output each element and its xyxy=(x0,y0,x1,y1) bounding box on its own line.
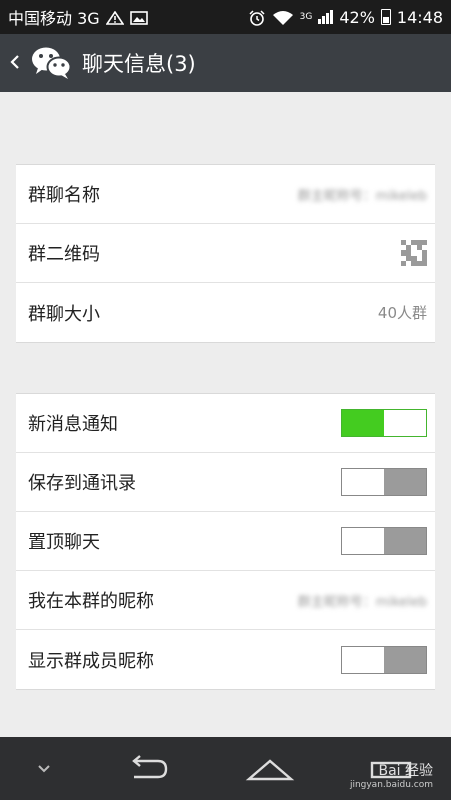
my-group-nickname-label: 我在本群的昵称 xyxy=(28,591,154,612)
back-button-icon[interactable] xyxy=(124,754,172,783)
wifi-icon xyxy=(272,10,294,25)
toggle-knob xyxy=(342,469,384,495)
home-button-icon[interactable] xyxy=(245,755,295,783)
system-navigation-bar: Bai 经验 jingyan.baidu.com xyxy=(0,737,451,800)
network-type-badge: 3G xyxy=(299,11,313,22)
chevron-left-icon[interactable] xyxy=(10,51,24,75)
group-size-value: 40人群 xyxy=(377,304,427,322)
show-member-nicknames-row[interactable]: 显示群成员昵称 xyxy=(16,630,435,689)
save-to-contacts-label: 保存到通讯录 xyxy=(28,473,136,494)
group-qr-row[interactable]: 群二维码 xyxy=(16,224,435,283)
new-message-notify-row[interactable]: 新消息通知 xyxy=(16,394,435,453)
clock-time: 14:48 xyxy=(396,7,443,27)
carrier-label: 中国移动 3G xyxy=(8,9,100,28)
toggle-knob xyxy=(384,410,426,436)
group-name-row[interactable]: 群聊名称 群主昵称号：mikeleb xyxy=(16,165,435,224)
watermark-url: jingyan.baidu.com xyxy=(349,780,433,790)
alert-notification-icon xyxy=(105,10,125,25)
watermark-brand: Bai 经验 xyxy=(378,763,433,779)
group-size-label: 群聊大小 xyxy=(28,303,100,325)
qr-code-icon xyxy=(401,240,427,266)
save-to-contacts-toggle[interactable] xyxy=(341,468,427,496)
page-title: 聊天信息(3) xyxy=(82,52,196,76)
toggle-knob xyxy=(342,528,384,554)
toggle-fill xyxy=(384,469,426,495)
pin-chat-label: 置顶聊天 xyxy=(28,532,100,553)
action-bar: 聊天信息(3) xyxy=(0,34,451,92)
toggle-knob xyxy=(342,646,384,673)
group-info-section: 群聊名称 群主昵称号：mikeleb 群二维码 群聊大小 40人群 xyxy=(16,164,435,343)
show-member-nicknames-label: 显示群成员昵称 xyxy=(28,650,154,672)
my-group-nickname-value: 群主昵称号：mikeleb xyxy=(297,594,427,610)
chat-settings-section: 新消息通知 保存到通讯录 置顶聊天 我在本群的昵称 群主昵称号：mikeleb … xyxy=(16,393,435,690)
image-notification-icon xyxy=(129,10,148,25)
baidu-jingyan-watermark: Bai 经验 jingyan.baidu.com xyxy=(350,764,433,792)
save-to-contacts-row[interactable]: 保存到通讯录 xyxy=(16,453,435,512)
group-name-label: 群聊名称 xyxy=(28,185,100,206)
chevron-down-icon[interactable] xyxy=(37,764,51,774)
show-member-nicknames-toggle[interactable] xyxy=(341,645,427,674)
new-message-notify-toggle[interactable] xyxy=(341,409,427,437)
toggle-fill xyxy=(384,646,426,673)
toggle-fill xyxy=(342,410,384,436)
status-bar: 中国移动 3G 3G 42% 14:48 xyxy=(0,0,451,34)
my-group-nickname-row[interactable]: 我在本群的昵称 群主昵称号：mikeleb xyxy=(16,571,435,630)
toggle-fill xyxy=(384,528,426,554)
alarm-clock-icon xyxy=(248,10,266,26)
group-size-row[interactable]: 群聊大小 40人群 xyxy=(16,283,435,342)
group-name-value: 群主昵称号：mikeleb xyxy=(297,188,427,204)
pin-chat-row[interactable]: 置顶聊天 xyxy=(16,512,435,571)
signal-strength-icon xyxy=(318,10,334,24)
wechat-logo-icon[interactable] xyxy=(30,45,72,81)
battery-icon xyxy=(380,9,391,25)
new-message-notify-label: 新消息通知 xyxy=(28,414,118,435)
battery-percent: 42% xyxy=(339,7,375,27)
pin-chat-toggle[interactable] xyxy=(341,527,427,555)
group-qr-label: 群二维码 xyxy=(28,244,100,265)
